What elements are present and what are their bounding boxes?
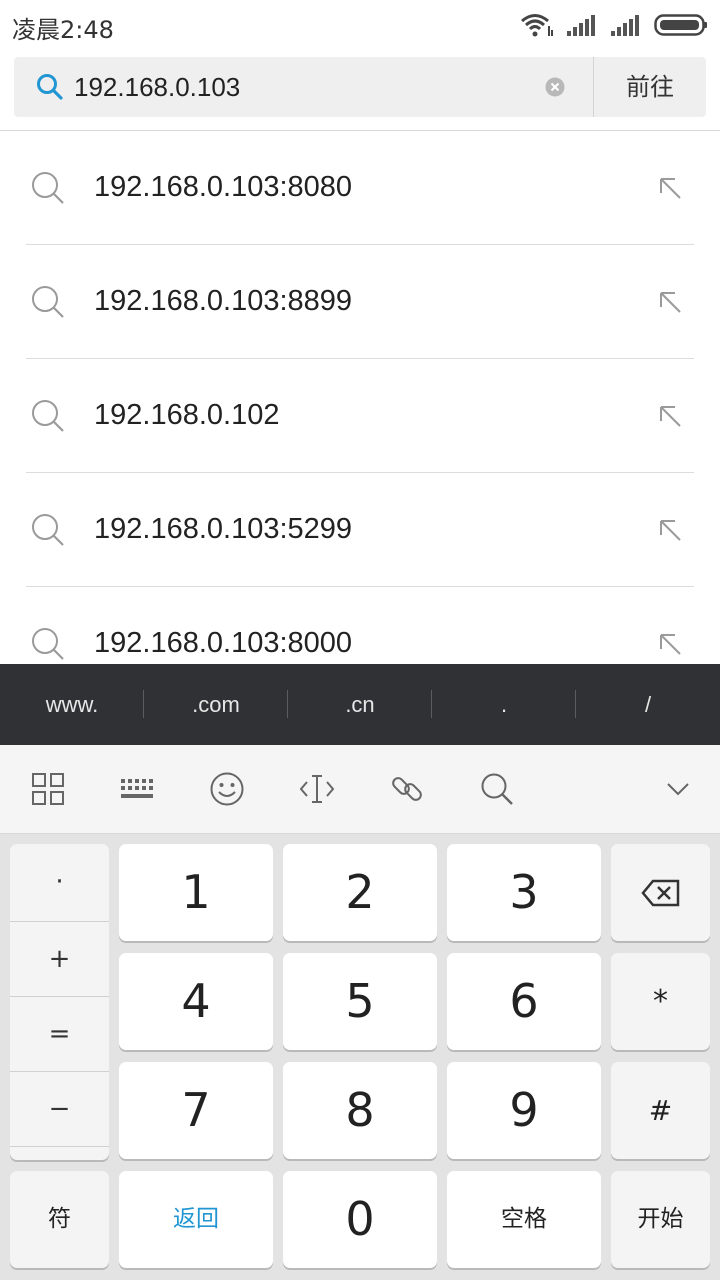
- start-key[interactable]: 开始: [611, 1171, 710, 1268]
- back-key[interactable]: 返回: [119, 1171, 273, 1268]
- link-icon[interactable]: [389, 771, 425, 807]
- quick-key-dot[interactable]: .: [432, 664, 576, 745]
- keyboard-toolbar: [0, 745, 720, 834]
- key-3[interactable]: 3: [447, 844, 601, 941]
- arrow-up-left-icon[interactable]: [656, 516, 684, 544]
- list-item[interactable]: 192.168.0.103:8899: [0, 245, 720, 359]
- signal-icon: [567, 15, 595, 36]
- suggestion-text: 192.168.0.103:8080: [94, 171, 353, 203]
- status-time: 凌晨2:48: [12, 16, 114, 44]
- quick-key-com[interactable]: .com: [144, 664, 288, 745]
- key-5[interactable]: 5: [283, 953, 437, 1050]
- key-9[interactable]: 9: [447, 1062, 601, 1159]
- search-input[interactable]: 192.168.0.103: [74, 69, 534, 105]
- key-asterisk[interactable]: *: [611, 953, 710, 1050]
- key-2[interactable]: 2: [283, 844, 437, 941]
- search-icon: [32, 172, 64, 204]
- search-icon: [32, 514, 64, 546]
- search-icon: [32, 400, 64, 432]
- suggestion-text: 192.168.0.103:8899: [94, 285, 353, 317]
- wifi-icon: [521, 14, 553, 37]
- go-button[interactable]: 前往: [594, 57, 706, 117]
- collapse-icon[interactable]: [660, 771, 696, 807]
- cursor-icon[interactable]: [299, 771, 335, 807]
- quick-key-cn[interactable]: .cn: [288, 664, 432, 745]
- backspace-key[interactable]: [611, 844, 710, 941]
- arrow-up-left-icon[interactable]: [656, 288, 684, 316]
- clear-icon[interactable]: [545, 77, 565, 97]
- arrow-up-left-icon[interactable]: [656, 402, 684, 430]
- suggestion-list: 192.168.0.103:8080 192.168.0.103:8899 19…: [0, 131, 720, 664]
- list-item[interactable]: 192.168.0.103:8080: [0, 131, 720, 245]
- quick-key-www[interactable]: www.: [0, 664, 144, 745]
- symbol-column: · + = −: [10, 844, 109, 1160]
- search-icon: [32, 286, 64, 318]
- search-icon: [37, 74, 63, 100]
- divider: [10, 1146, 109, 1147]
- suggestion-text: 192.168.0.102: [94, 399, 280, 431]
- symbol-key-minus[interactable]: −: [10, 1072, 109, 1146]
- quick-input-bar: www. .com .cn . /: [0, 664, 720, 745]
- list-item[interactable]: 192.168.0.102: [0, 359, 720, 473]
- list-item[interactable]: 192.168.0.103:8000: [0, 587, 720, 664]
- key-1[interactable]: 1: [119, 844, 273, 941]
- suggestion-text: 192.168.0.103:8000: [94, 627, 353, 659]
- status-icons: [520, 11, 708, 39]
- arrow-up-left-icon[interactable]: [656, 630, 684, 658]
- key-8[interactable]: 8: [283, 1062, 437, 1159]
- signal-icon: [611, 15, 639, 36]
- symbol-key-dot[interactable]: ·: [10, 844, 109, 921]
- key-4[interactable]: 4: [119, 953, 273, 1050]
- arrow-up-left-icon[interactable]: [656, 174, 684, 202]
- status-bar: 凌晨2:48: [0, 0, 720, 50]
- keyboard-icon[interactable]: [119, 771, 155, 807]
- grid-icon[interactable]: [30, 771, 66, 807]
- space-key[interactable]: 空格: [447, 1171, 601, 1268]
- battery-icon: [654, 14, 707, 36]
- backspace-icon: [640, 879, 679, 907]
- key-7[interactable]: 7: [119, 1062, 273, 1159]
- numeric-keyboard: · + = − 1 2 3 4 5 6 * 7 8 9 # 符 返回 0 空格 …: [0, 834, 720, 1280]
- symbol-key-plus[interactable]: +: [10, 922, 109, 996]
- list-item[interactable]: 192.168.0.103:5299: [0, 473, 720, 587]
- symbols-key[interactable]: 符: [10, 1171, 109, 1268]
- emoji-icon[interactable]: [209, 771, 245, 807]
- search-bar: 192.168.0.103 前往: [14, 57, 706, 117]
- search-icon[interactable]: [479, 771, 515, 807]
- key-0[interactable]: 0: [283, 1171, 437, 1268]
- key-6[interactable]: 6: [447, 953, 601, 1050]
- search-icon: [32, 628, 64, 660]
- suggestion-text: 192.168.0.103:5299: [94, 513, 353, 545]
- quick-key-slash[interactable]: /: [576, 664, 720, 745]
- symbol-key-equals[interactable]: =: [10, 997, 109, 1071]
- key-hash[interactable]: #: [611, 1062, 710, 1159]
